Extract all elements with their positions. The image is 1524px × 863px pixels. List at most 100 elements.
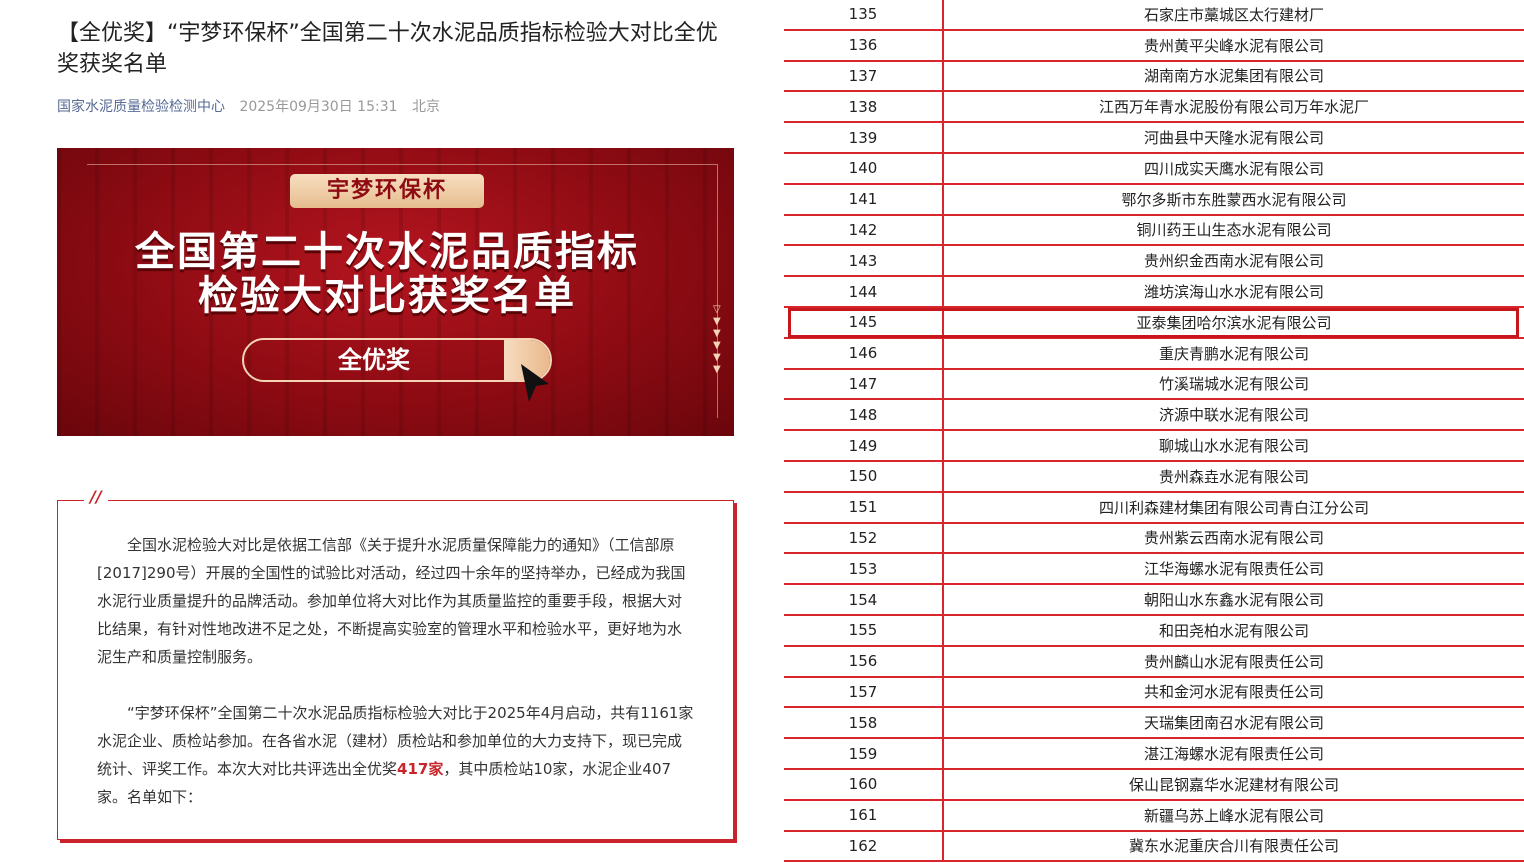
company-name: 江西万年青水泥股份有限公司万年水泥厂 [943,91,1524,124]
company-name: 湛江海螺水泥有限责任公司 [943,738,1524,770]
company-name: 铜川药王山生态水泥有限公司 [943,214,1524,247]
award-banner-image: 宇梦环保杯 全国第二十次水泥品质指标 检验大对比获奖名单 全优奖 ▽ ▼ ▼ ▼ ▼ ▼ [57,148,734,436]
row-number: 137 [784,60,944,93]
table-row: 144 潍坊滨海山水水泥有限公司 [784,276,1524,308]
row-number: 155 [784,614,944,647]
row-number: 135 [784,0,944,31]
table-row: 135 石家庄市藁城区太行建材厂 [784,0,1524,31]
company-name: 湖南南方水泥集团有限公司 [943,60,1524,93]
company-name: 潍坊滨海山水水泥有限公司 [943,276,1524,308]
publish-time: 2025年09月30日 15:31 [239,99,398,115]
table-row: 140 四川成实天鹰水泥有限公司 [784,152,1524,185]
row-number: 147 [784,368,944,401]
winners-table: 135 石家庄市藁城区太行建材厂 136 贵州黄平尖峰水泥有限公司 137 湖南南方水泥集… [784,0,1524,863]
company-name: 济源中联水泥有限公司 [943,399,1524,432]
row-number: 160 [784,768,944,801]
banner-cup-label: 宇梦环保杯 [290,174,484,208]
table-row: 149 聊城山水水泥有限公司 [784,430,1524,462]
row-number: 152 [784,522,944,555]
company-name: 贵州黄平尖峰水泥有限公司 [943,29,1524,62]
row-number: 159 [784,738,944,770]
table-row: 141 鄂尔多斯市东胜蒙西水泥有限公司 [784,183,1524,216]
row-number: 146 [784,337,944,370]
table-row: 147 竹溪瑞城水泥有限公司 [784,368,1524,401]
intro-text-box: // 全国水泥检验大对比是依据工信部《关于提升水泥质量保障能力的通知》（工信部原… [57,487,734,840]
table-row: 139 河曲县中天隆水泥有限公司 [784,122,1524,154]
company-name: 冀东水泥重庆合川有限责任公司 [943,830,1524,863]
table-row: 142 铜川药王山生态水泥有限公司 [784,214,1524,247]
company-name: 亚泰集团哈尔滨水泥有限公司 [943,306,1524,339]
row-number: 158 [784,707,944,740]
company-name: 贵州织金西南水泥有限公司 [943,245,1524,278]
row-number: 153 [784,553,944,586]
table-row: 160 保山昆钢嘉华水泥建材有限公司 [784,768,1524,801]
row-number: 149 [784,430,944,462]
publish-location: 北京 [411,99,440,115]
banner-headline-line2: 检验大对比获奖名单 [198,273,576,319]
row-number: 148 [784,399,944,432]
table-row: 137 湖南南方水泥集团有限公司 [784,60,1524,93]
table-row: 151 四川利森建材集团有限公司青白江分公司 [784,491,1524,524]
company-name: 贵州紫云西南水泥有限公司 [943,522,1524,555]
table-row: 150 贵州森垚水泥有限公司 [784,460,1524,493]
table-row: 159 湛江海螺水泥有限责任公司 [784,738,1524,770]
row-number: 136 [784,29,944,62]
winners-table-image: 135 石家庄市藁城区太行建材厂 136 贵州黄平尖峰水泥有限公司 137 湖南南方水泥集… [784,0,1524,863]
table-row: 155 和田尧柏水泥有限公司 [784,614,1524,647]
table-row: 153 江华海螺水泥有限责任公司 [784,553,1524,586]
chevron-down-icons: ▽ ▼ ▼ ▼ ▼ ▼ [713,304,721,375]
table-row: 136 贵州黄平尖峰水泥有限公司 [784,29,1524,62]
company-name: 四川成实天鹰水泥有限公司 [943,152,1524,185]
row-number: 150 [784,460,944,493]
row-number: 157 [784,676,944,709]
table-row: 161 新疆乌苏上峰水泥有限公司 [784,799,1524,832]
source-account-link[interactable]: 国家水泥质量检验检测中心 [57,99,225,115]
table-row: 138 江西万年青水泥股份有限公司万年水泥厂 [784,91,1524,124]
banner-award-label: 全优奖 [338,346,410,374]
table-row: 152 贵州紫云西南水泥有限公司 [784,522,1524,555]
company-name: 竹溪瑞城水泥有限公司 [943,368,1524,401]
winner-count-highlight: 417家 [397,760,444,778]
table-row: 146 重庆青鹏水泥有限公司 [784,337,1524,370]
row-number: 142 [784,214,944,247]
table-row: 145 亚泰集团哈尔滨水泥有限公司 [784,306,1524,339]
company-name: 四川利森建材集团有限公司青白江分公司 [943,491,1524,524]
company-name: 鄂尔多斯市东胜蒙西水泥有限公司 [943,183,1524,216]
article-meta: 国家水泥质量检验检测中心 2025年09月30日 15:31 北京 [57,96,440,116]
row-number: 143 [784,245,944,278]
table-row: 156 贵州麟山水泥有限责任公司 [784,645,1524,678]
company-name: 石家庄市藁城区太行建材厂 [943,0,1524,31]
table-row: 143 贵州织金西南水泥有限公司 [784,245,1524,278]
row-number: 141 [784,183,944,216]
row-number: 161 [784,799,944,832]
row-number: 156 [784,645,944,678]
table-row: 157 共和金河水泥有限责任公司 [784,676,1524,709]
company-name: 江华海螺水泥有限责任公司 [943,553,1524,586]
table-row: 158 天瑞集团南召水泥有限公司 [784,707,1524,740]
article-title: 【全优奖】“宇梦环保杯”全国第二十次水泥品质指标检验大对比全优奖获奖名单 [57,21,718,77]
company-name: 共和金河水泥有限责任公司 [943,676,1524,709]
row-number: 145 [784,306,944,339]
company-name: 聊城山水水泥有限公司 [943,430,1524,462]
row-number: 154 [784,584,944,616]
company-name: 新疆乌苏上峰水泥有限公司 [943,799,1524,832]
decorative-slash-icon: // [84,487,108,506]
row-number: 144 [784,276,944,308]
row-number: 162 [784,830,944,863]
company-name: 河曲县中天隆水泥有限公司 [943,122,1524,154]
table-row: 154 朝阳山水东鑫水泥有限公司 [784,584,1524,616]
company-name: 贵州麟山水泥有限责任公司 [943,645,1524,678]
banner-award-pill: 全优奖 [242,338,552,382]
row-number: 139 [784,122,944,154]
company-name: 贵州森垚水泥有限公司 [943,460,1524,493]
company-name: 保山昆钢嘉华水泥建材有限公司 [943,768,1524,801]
row-number: 140 [784,152,944,185]
cursor-arrow-icon [521,364,549,402]
table-row: 148 济源中联水泥有限公司 [784,399,1524,432]
company-name: 天瑞集团南召水泥有限公司 [943,707,1524,740]
intro-paragraph-1: 全国水泥检验大对比是依据工信部《关于提升水泥质量保障能力的通知》（工信部原[20… [97,536,686,666]
row-number: 151 [784,491,944,524]
row-number: 138 [784,91,944,124]
company-name: 重庆青鹏水泥有限公司 [943,337,1524,370]
company-name: 朝阳山水东鑫水泥有限公司 [943,584,1524,616]
